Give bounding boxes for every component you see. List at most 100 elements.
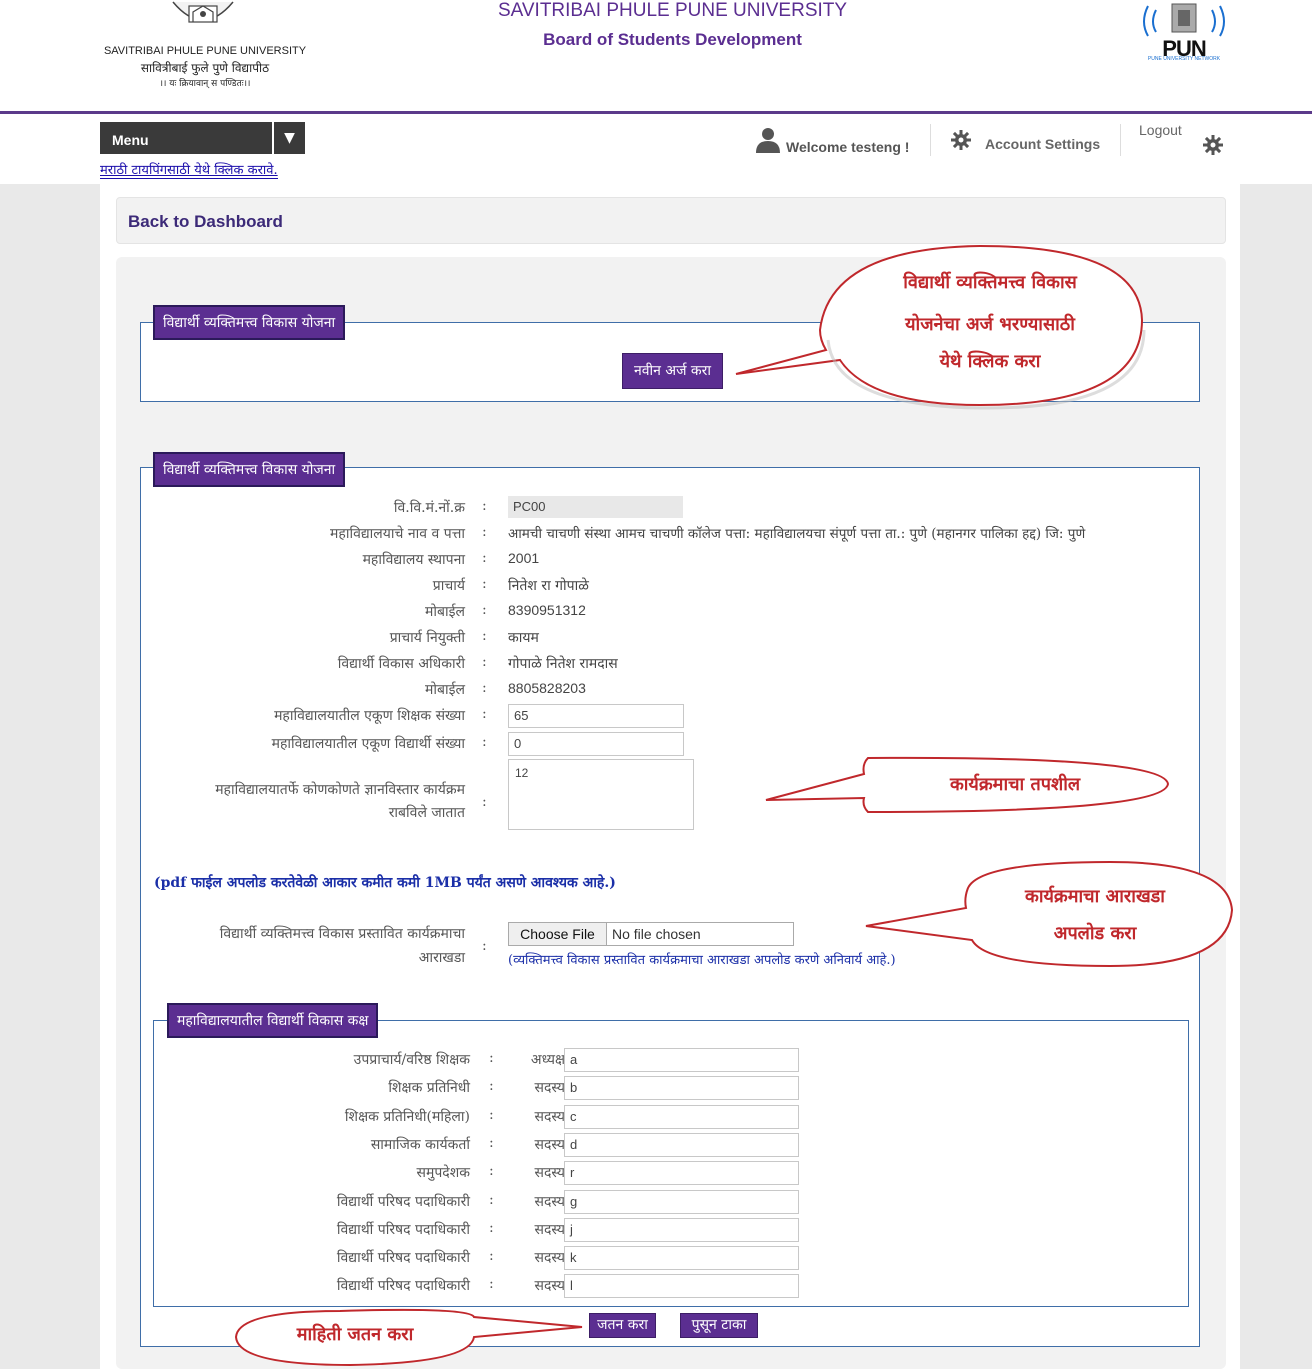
colon: :: [489, 1050, 494, 1066]
committee-row-input[interactable]: k: [564, 1246, 799, 1271]
callout3-line2: अपलोड करा: [1053, 923, 1137, 944]
colon: :: [489, 1163, 494, 1180]
callout3-line1: कार्यक्रमाचा आराखडा: [1025, 886, 1165, 907]
nav-divider: [1120, 124, 1121, 156]
back-to-dashboard-link[interactable]: Back to Dashboard: [128, 212, 283, 232]
colon: :: [482, 602, 487, 618]
officer-mobile-value: 8805828203: [508, 680, 586, 696]
students-count-input[interactable]: 0: [508, 732, 684, 756]
colon: :: [482, 938, 487, 954]
page-subtitle: Board of Students Development: [543, 30, 802, 49]
gear-icon[interactable]: [951, 130, 971, 150]
committee-row-input[interactable]: b: [564, 1076, 799, 1101]
committee-row-input[interactable]: r: [564, 1161, 799, 1186]
committee-row-label: विद्यार्थी परिषद पदाधिकारी: [336, 1221, 470, 1238]
committee-row-role: सदस्य: [534, 1136, 565, 1153]
upload-label-line1: विद्यार्थी व्यक्तिमत्त्व विकास प्रस्तावि…: [219, 926, 465, 942]
appointment-value: कायम: [508, 630, 539, 646]
established-value: 2001: [508, 550, 540, 566]
programs-textarea[interactable]: 12: [508, 759, 694, 830]
page-title: SAVITRIBAI PHULE PUNE UNIVERSITY: [497, 0, 848, 21]
new-application-button[interactable]: नवीन अर्ज करा: [622, 353, 723, 389]
committee-row-input[interactable]: a: [564, 1048, 799, 1072]
colon: :: [489, 1078, 494, 1095]
callout2-text: कार्यक्रमाचा तपशील: [949, 774, 1081, 795]
colon: :: [489, 1276, 494, 1293]
officer-value: गोपाळे नितेश रामदास: [508, 656, 618, 672]
officer-mobile-label: मोबाईल: [425, 682, 465, 698]
teachers-count-input[interactable]: 65: [508, 704, 684, 728]
university-name-mr: सावित्रीबाई फुले पुणे विद्यापीठ: [140, 61, 270, 75]
students-count-label: महाविद्यालयातील एकूण विद्यार्थी संख्या: [271, 736, 465, 752]
upload-label-line2: आराखडा: [418, 950, 465, 966]
colon: :: [489, 1219, 494, 1236]
committee-row-role: सदस्य: [534, 1193, 565, 1210]
principal-label: प्राचार्य: [432, 578, 465, 594]
committee-row-input[interactable]: c: [564, 1104, 799, 1129]
committee-row-label: विद्यार्थी परिषद पदाधिकारी: [336, 1278, 470, 1295]
callout1-line3: येथे क्लिक करा: [939, 351, 1041, 372]
committee-row-role: सदस्य: [534, 1165, 565, 1182]
colon: :: [489, 1191, 494, 1208]
menu-caret-icon[interactable]: ▼: [272, 122, 305, 154]
committee-row-role: सदस्य: [534, 1080, 565, 1097]
save-button[interactable]: जतन करा: [589, 1313, 656, 1338]
committee-row-input[interactable]: g: [564, 1189, 799, 1214]
callout4-text: माहिती जतन करा: [296, 1324, 414, 1345]
colon: :: [482, 576, 487, 592]
committee-row-label: सामाजिक कार्यकर्ता: [370, 1136, 470, 1153]
colon: :: [482, 628, 487, 644]
section1-legend: विद्यार्थी व्यक्तिमत्त्व विकास योजना: [153, 305, 346, 340]
account-settings-link[interactable]: Account Settings: [985, 136, 1100, 152]
college-label: महाविद्यालयाचे नाव व पत्ता: [330, 526, 465, 542]
upload-required-note: (व्यक्तिमत्त्व विकास प्रस्तावित कार्यक्र…: [508, 953, 896, 968]
logout-link[interactable]: Logout: [1139, 122, 1182, 138]
committee-row-role: अध्यक्ष: [530, 1052, 565, 1068]
colon: :: [482, 794, 487, 810]
principal-value: नितेश रा गोपाळे: [508, 578, 589, 594]
committee-row-role: सदस्य: [534, 1221, 565, 1238]
committee-row-input[interactable]: l: [564, 1274, 799, 1299]
menu-label: Menu: [112, 132, 149, 148]
marathi-typing-link[interactable]: मराठी टायपिंगसाठी येथे क्लिक करावे.: [100, 160, 278, 179]
teachers-count-label: महाविद्यालयातील एकूण शिक्षक संख्या: [274, 708, 465, 724]
right-gutter: [1240, 184, 1312, 1369]
committee-row-input[interactable]: j: [564, 1217, 799, 1242]
user-icon: [756, 128, 780, 153]
committee-row-label: शिक्षक प्रतिनिधी: [388, 1080, 470, 1097]
colon: :: [489, 1248, 494, 1265]
gear-icon[interactable]: [1203, 135, 1223, 155]
committee-row-input[interactable]: d: [564, 1132, 799, 1157]
pdf-size-note: (pdf फाईल अपलोड करतेवेळी आकार कमीत कमी 1…: [154, 875, 616, 891]
no-file-text: No file chosen: [612, 926, 701, 942]
colon: :: [489, 1134, 494, 1151]
welcome-text: Welcome testeng !: [786, 139, 910, 155]
committee-row-label: विद्यार्थी परिषद पदाधिकारी: [336, 1193, 470, 1210]
committee-row-label: उपप्राचार्य/वरिष्ठ शिक्षक: [353, 1052, 470, 1068]
colon: :: [482, 706, 487, 722]
committee-row-role: सदस्य: [534, 1250, 565, 1267]
choose-file-button[interactable]: Choose File: [509, 923, 607, 945]
principal-mobile-value: 8390951312: [508, 602, 586, 618]
clear-button[interactable]: पुसून टाका: [680, 1313, 758, 1338]
appointment-label: प्राचार्य नियुक्ती: [389, 630, 465, 646]
callout1-line2: योजनेचा अर्ज भरण्यासाठी: [905, 314, 1075, 335]
university-name-en: SAVITRIBAI PHULE PUNE UNIVERSITY: [103, 45, 307, 57]
network-logo-caption: PUNE UNIVERSITY NETWORK: [1147, 56, 1221, 62]
colon: :: [489, 1106, 494, 1123]
colon: :: [482, 680, 487, 696]
code-field: PC00: [508, 496, 683, 518]
college-value: आमची चाचणी संस्था आमच चाचणी कॉलेज पत्ता:…: [508, 526, 1086, 542]
nav-divider: [930, 124, 931, 156]
colon: :: [482, 550, 487, 566]
file-input[interactable]: Choose File No file chosen: [508, 922, 794, 946]
programs-label-line2: राबविले जातात: [388, 805, 465, 821]
officer-label: विद्यार्थी विकास अधिकारी: [337, 656, 465, 672]
committee-row-role: सदस्य: [534, 1108, 565, 1125]
committee-row-label: विद्यार्थी परिषद पदाधिकारी: [336, 1250, 470, 1267]
university-motto: ।। यः क्रियावान् स पण्डितः।।: [159, 79, 251, 89]
committee-row-role: सदस्य: [534, 1278, 565, 1295]
committee-row-label: शिक्षक प्रतिनिधी(महिला): [344, 1108, 470, 1125]
committee-legend: महाविद्यालयातील विद्यार्थी विकास कक्ष: [167, 1003, 379, 1038]
callout1-line1: विद्यार्थी व्यक्तिमत्त्व विकास: [903, 272, 1077, 293]
